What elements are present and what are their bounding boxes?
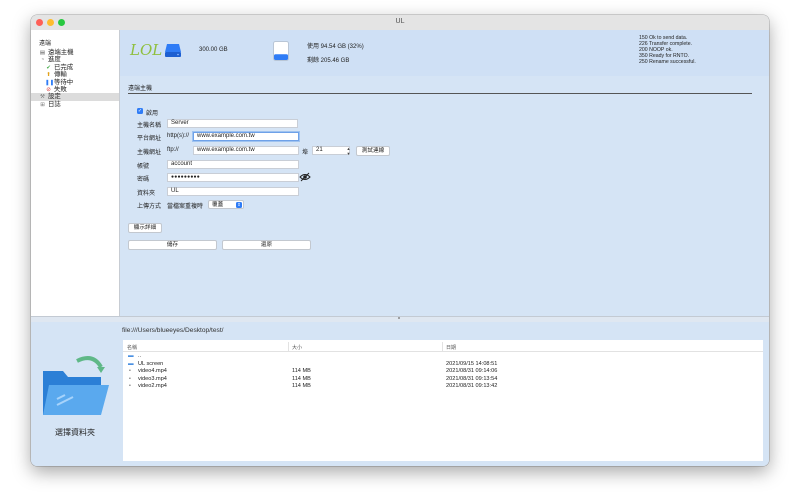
- platform-url-prefix: http(s)://: [167, 133, 190, 139]
- disk-capacity: 300.00 GB: [199, 47, 228, 53]
- file-name: video4.mp4: [138, 368, 167, 374]
- folder-label: 資料夾: [137, 191, 156, 197]
- test-connection-button[interactable]: 測試連線: [356, 146, 390, 156]
- log-output: 150 Ok to send data. 226 Transfer comple…: [639, 35, 764, 65]
- sidebar-item-waiting[interactable]: ❚❚等待中: [31, 79, 119, 86]
- title-bar[interactable]: UL: [31, 15, 769, 31]
- file-name: UL screen: [138, 361, 164, 367]
- enable-label: 啟用: [146, 111, 159, 117]
- host-url-label: 主機網址: [137, 150, 162, 156]
- section-title: 遠端主機: [128, 86, 153, 92]
- sidebar-item-label: 遠端主機: [48, 49, 74, 56]
- choose-folder-icon[interactable]: [39, 355, 111, 419]
- column-separator: [442, 342, 443, 351]
- hard-drive-icon: [165, 44, 181, 57]
- sidebar-item-label: 日誌: [48, 100, 61, 108]
- host-name-label: 主機名稱: [137, 123, 162, 129]
- sidebar-tree: ▤ 遠端主機 ◔ 進度 ✔ 已完成 ⬆ 傳輸 ❚❚等待中 ⊘ 失敗 ⚒ 設定 ⊞ 日誌: [31, 49, 119, 108]
- sidebar-item-progress[interactable]: ◔ 進度: [31, 56, 119, 63]
- show-details-button[interactable]: 顯示詳細: [128, 223, 162, 233]
- port-stepper[interactable]: ▲ ▼: [346, 146, 351, 156]
- host-url-prefix: ftp://: [167, 147, 179, 153]
- sidebar-item-label: 已完成: [54, 63, 74, 71]
- disk-free: 剩餘 205.46 GB: [307, 58, 350, 64]
- file-icon: ▪: [129, 376, 131, 382]
- sidebar-item-settings[interactable]: ⚒ 設定: [31, 93, 119, 101]
- table-row[interactable]: ▪ video4.mp4 114 MB 2021/08/31 09:14:06: [123, 368, 763, 375]
- file-icon: ▪: [129, 368, 131, 374]
- file-date: 2021/09/15 14:08:51: [446, 361, 498, 367]
- upload-mode-condition: 當檔案重複時: [167, 204, 204, 210]
- app-logo: LOL: [130, 41, 163, 59]
- file-name: ..: [138, 353, 142, 359]
- host-name-field[interactable]: Server: [167, 119, 298, 128]
- column-header-name[interactable]: 名稱: [127, 344, 137, 351]
- sidebar-item-label: 失敗: [54, 85, 67, 93]
- sidebar-item-failed[interactable]: ⊘ 失敗: [31, 86, 119, 93]
- sidebar-item-log[interactable]: ⊞ 日誌: [31, 101, 119, 108]
- file-name: video2.mp4: [138, 383, 167, 389]
- password-field[interactable]: ●●●●●●●●●: [167, 173, 299, 182]
- port-label: 埠: [302, 150, 309, 156]
- enable-checkbox[interactable]: ✓: [137, 108, 143, 114]
- file-size: 114 MB: [292, 376, 311, 382]
- sidebar-item-remote-host[interactable]: ▤ 遠端主機: [31, 49, 119, 56]
- upload-mode-select[interactable]: 覆蓋 ⇕: [208, 200, 244, 209]
- column-header-size[interactable]: 大小: [292, 344, 302, 351]
- show-password-eye-icon[interactable]: [299, 172, 311, 182]
- column-separator: [288, 342, 289, 351]
- split-grip-icon[interactable]: [398, 317, 400, 319]
- file-icon: ▪: [129, 383, 131, 389]
- disk-used: 使用 94.54 GB (32%): [307, 44, 364, 50]
- host-url-field[interactable]: www.example.com.tw: [193, 146, 299, 155]
- folder-icon: ▬: [128, 353, 134, 359]
- table-row[interactable]: ▪ video3.mp4 114 MB 2021/08/31 09:13:54: [123, 376, 763, 383]
- disk-usage-icon: [273, 41, 289, 61]
- file-name: video3.mp4: [138, 376, 167, 382]
- file-date: 2021/08/31 09:14:06: [446, 368, 498, 374]
- window-title: UL: [395, 18, 405, 25]
- restore-button[interactable]: 還原: [222, 240, 311, 250]
- upload-mode-label: 上傳方式: [137, 204, 162, 210]
- folder-field[interactable]: UL: [167, 187, 299, 196]
- platform-url-field[interactable]: www.example.com.tw: [193, 132, 299, 141]
- port-field[interactable]: 21: [312, 146, 350, 155]
- sidebar-header: 遠端: [39, 41, 52, 47]
- folder-path: file:///Users/blueeyes/Desktop/test/: [122, 327, 224, 334]
- sidebar-item-label: 傳輸: [54, 71, 67, 79]
- column-header-date[interactable]: 日期: [446, 344, 456, 351]
- chevron-down-icon[interactable]: ▼: [346, 151, 351, 156]
- sidebar-item-label: 設定: [48, 93, 61, 101]
- folder-icon: ▬: [128, 361, 134, 367]
- upload-mode-value: 覆蓋: [212, 202, 224, 208]
- section-divider: [128, 93, 752, 94]
- account-label: 帳號: [137, 164, 150, 170]
- file-size: 114 MB: [292, 383, 311, 389]
- password-label: 密碼: [137, 177, 150, 183]
- choose-folder-label[interactable]: 選擇資料夾: [55, 427, 95, 438]
- sidebar-item-label: 等待中: [54, 78, 74, 86]
- log-line: 250 Rename successful.: [639, 59, 696, 66]
- table-row[interactable]: ▪ video2.mp4 114 MB 2021/08/31 09:13:42: [123, 383, 763, 390]
- file-size: 114 MB: [292, 368, 311, 374]
- file-date: 2021/08/31 09:13:42: [446, 383, 498, 389]
- sidebar-item-completed[interactable]: ✔ 已完成: [31, 64, 119, 71]
- platform-url-label: 平台網址: [137, 136, 162, 142]
- header-divider: [123, 351, 763, 352]
- table-row[interactable]: ▬ UL screen 2021/09/15 14:08:51: [123, 361, 763, 368]
- sidebar-item-transfer[interactable]: ⬆ 傳輸: [31, 71, 119, 78]
- table-row[interactable]: ▬ ..: [123, 353, 763, 360]
- log-icon: ⊞: [40, 101, 45, 108]
- save-button[interactable]: 儲存: [128, 240, 217, 250]
- account-field[interactable]: account: [167, 160, 299, 169]
- chevron-updown-icon: ⇕: [236, 202, 242, 208]
- sidebar-item-label: 進度: [48, 56, 61, 64]
- file-date: 2021/08/31 09:13:54: [446, 376, 498, 382]
